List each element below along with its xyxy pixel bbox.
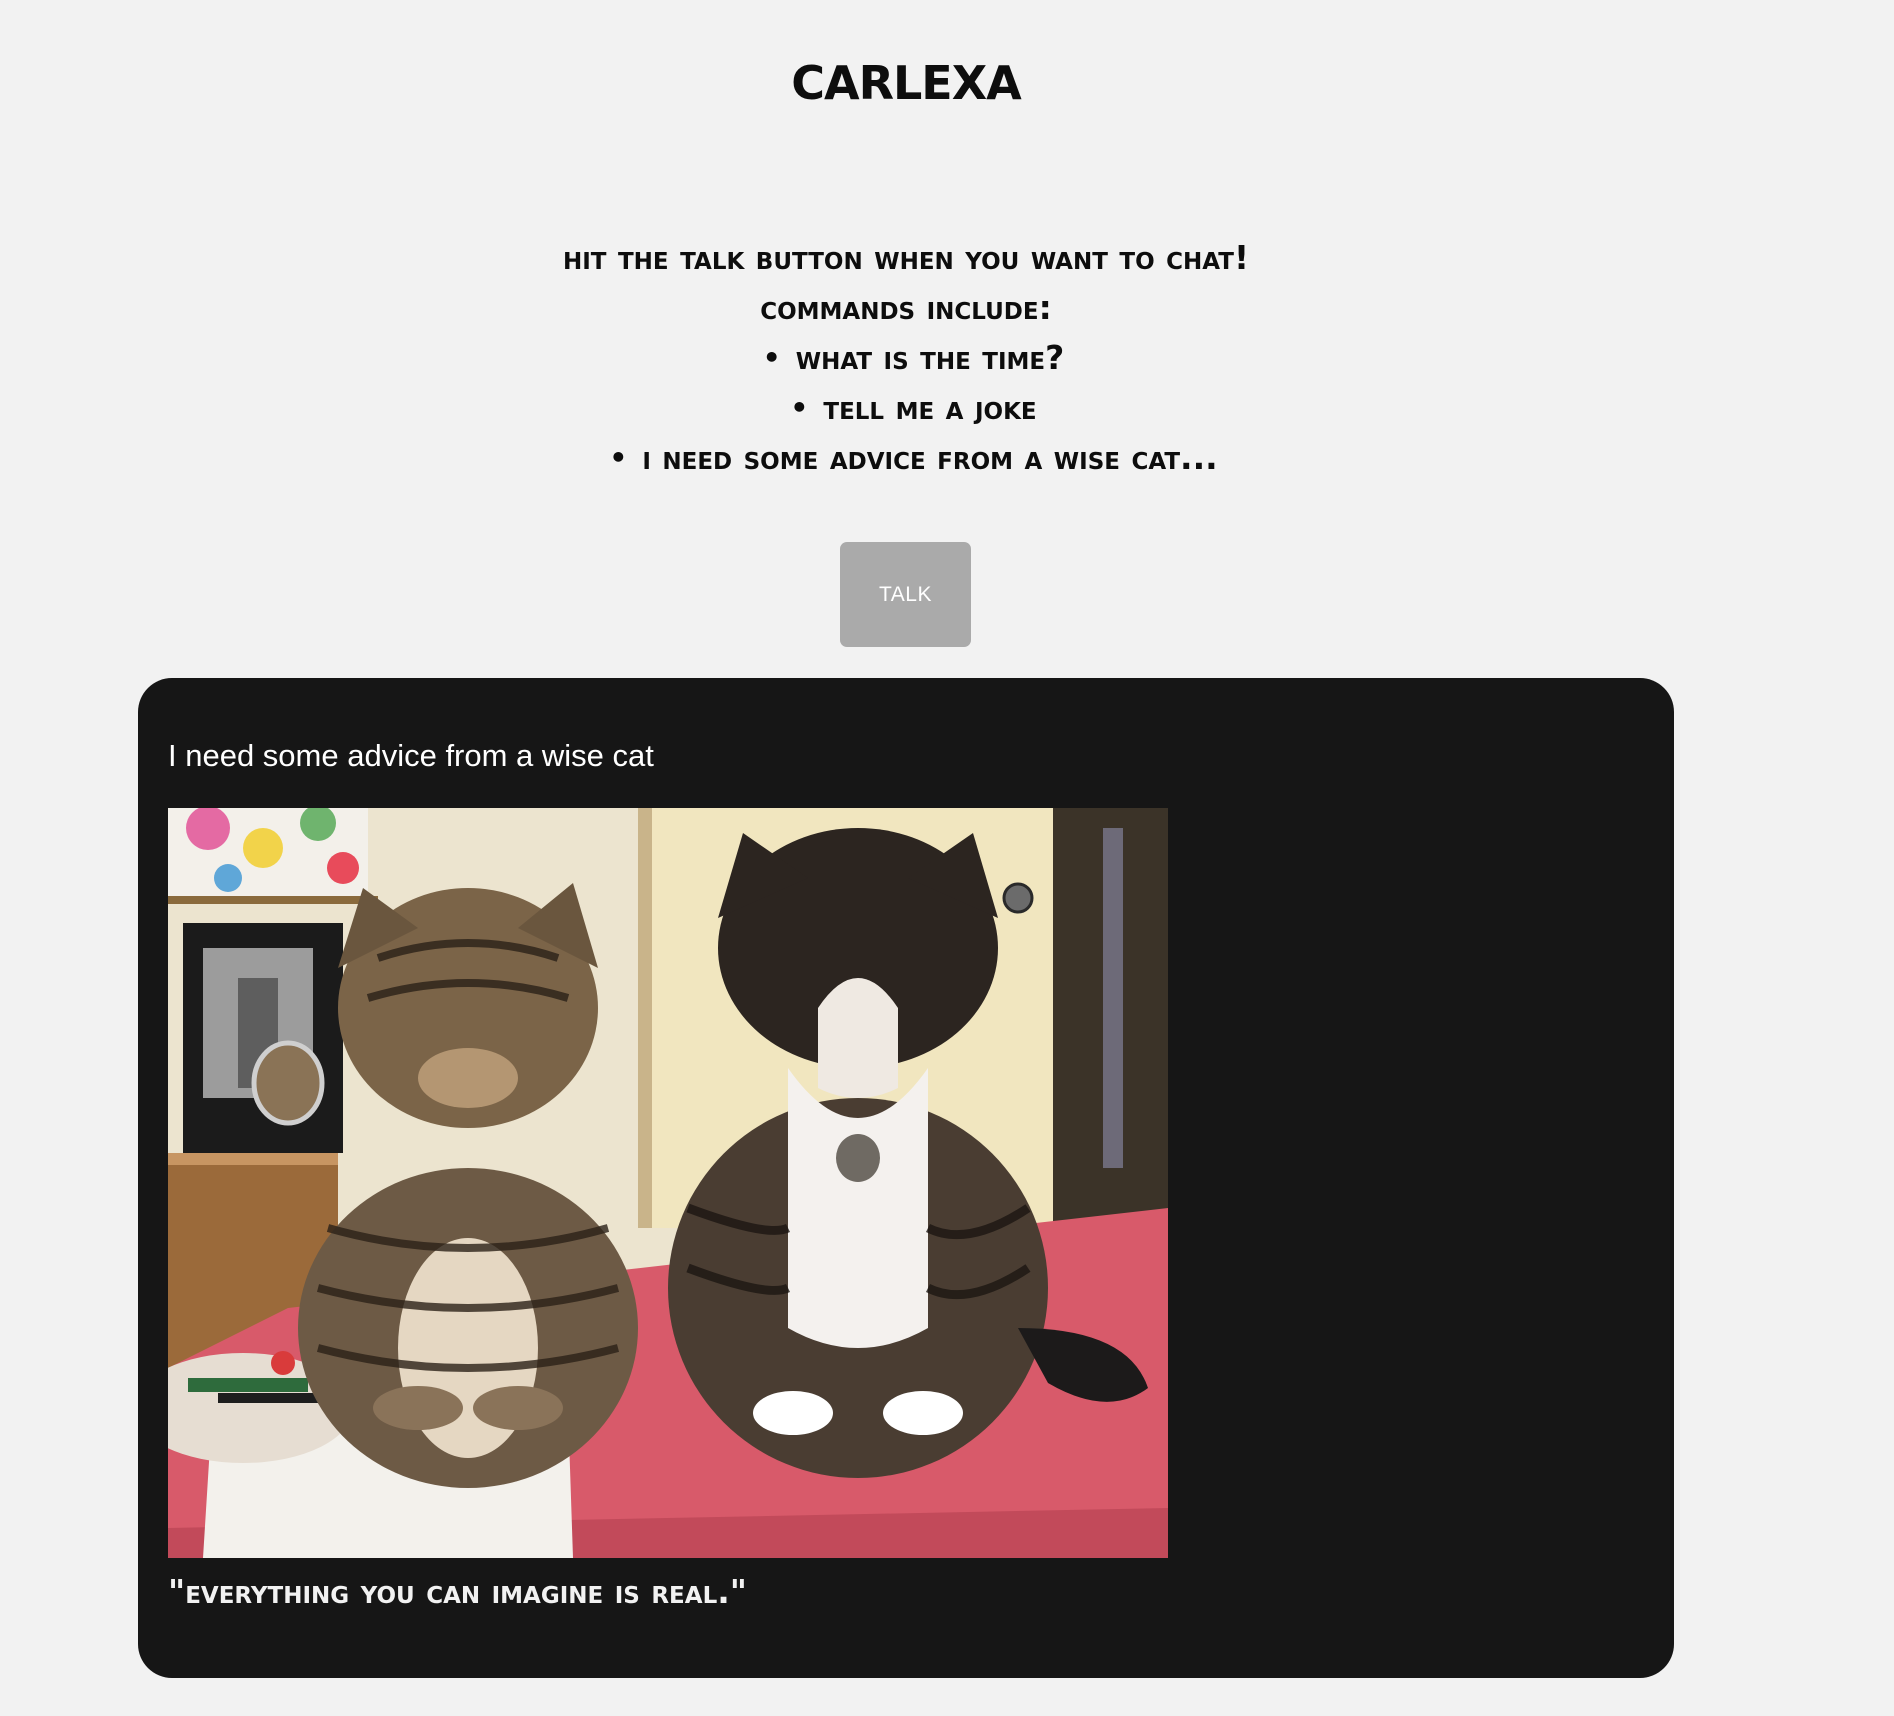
user-message: I need some advice from a wise cat bbox=[168, 738, 654, 773]
app-title: Carlexa bbox=[791, 38, 1022, 115]
command-item: • I need some advice from a wise cat... bbox=[0, 433, 1812, 483]
bullet-icon: • bbox=[790, 391, 809, 424]
command-item: • What is the time? bbox=[0, 333, 1812, 383]
commands-heading: Commands include: bbox=[760, 288, 1052, 327]
talk-button[interactable]: TALK bbox=[840, 542, 971, 647]
instructions-block: Hit the talk button when you want to cha… bbox=[0, 233, 1812, 483]
cat-photo bbox=[168, 808, 1168, 1558]
command-item: • Tell me a joke bbox=[0, 383, 1812, 433]
commands-list: • What is the time? • Tell me a joke • I ne… bbox=[0, 333, 1812, 483]
instructions-intro: Hit the talk button when you want to cha… bbox=[563, 238, 1249, 277]
bullet-icon: • bbox=[762, 341, 781, 374]
chat-panel: I need some advice from a wise cat "ever… bbox=[138, 678, 1674, 1678]
response-quote: "Everything you can imagine is real." bbox=[168, 1572, 747, 1611]
bullet-icon: • bbox=[609, 441, 628, 474]
